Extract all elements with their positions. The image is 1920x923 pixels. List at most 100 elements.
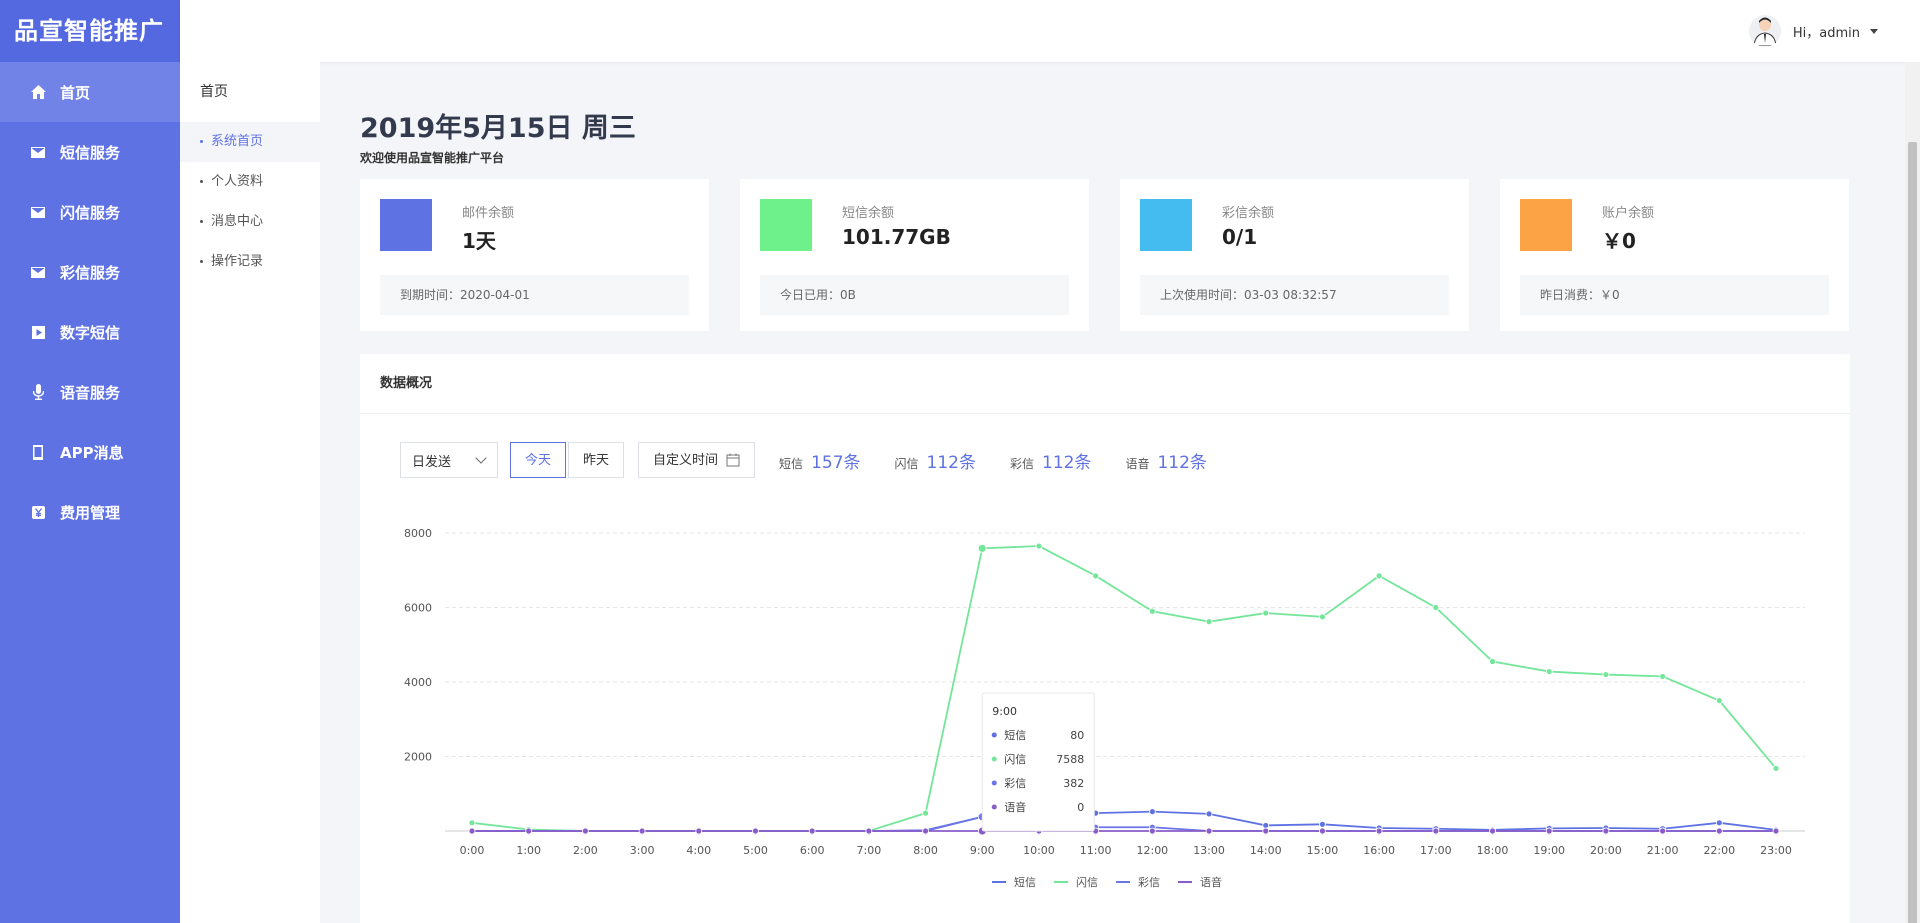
yesterday-button[interactable]: 昨天 bbox=[568, 442, 625, 478]
tooltip-dot bbox=[991, 732, 997, 738]
user-menu[interactable]: Hi，admin bbox=[1748, 15, 1878, 47]
x-tick-label: 17:00 bbox=[1420, 844, 1452, 857]
bullet-icon bbox=[200, 140, 203, 143]
today-button[interactable]: 今天 bbox=[510, 442, 567, 478]
series-point bbox=[525, 827, 533, 835]
x-tick-label: 15:00 bbox=[1307, 844, 1339, 857]
main-content: 2019年5月15日 周三 欢迎使用品宣智能推广平台 邮件余额 1天 到期时间：20… bbox=[360, 62, 1850, 923]
sidebar-item-label: APP消息 bbox=[60, 443, 124, 462]
top-bar: Hi，admin bbox=[180, 0, 1920, 62]
sidebar-item-0[interactable]: 首页 bbox=[0, 62, 180, 122]
stat-value: 112条 bbox=[1042, 452, 1092, 473]
series-point bbox=[1319, 827, 1326, 835]
brand-logo[interactable]: 品宣智能推广 bbox=[0, 0, 180, 62]
x-tick-label: 1:00 bbox=[516, 844, 541, 857]
card-color-block bbox=[380, 199, 432, 251]
series-point bbox=[581, 827, 589, 835]
stat-item: 闪信 112条 bbox=[895, 448, 976, 473]
series-point bbox=[1715, 697, 1723, 705]
sidebar-item-7[interactable]: 费用管理 bbox=[0, 482, 180, 542]
x-tick-label: 10:00 bbox=[1023, 844, 1055, 857]
tooltip-series-name: 短信 bbox=[1004, 728, 1026, 742]
series-point bbox=[468, 827, 476, 835]
subnav-item-2[interactable]: 消息中心 bbox=[180, 202, 320, 242]
balance-card: 账户余额 ￥0 昨日消费：￥0 bbox=[1500, 179, 1849, 331]
x-tick-label: 19:00 bbox=[1533, 844, 1565, 857]
sidebar-item-1[interactable]: 短信服务 bbox=[0, 122, 180, 182]
y-tick-label: 2000 bbox=[404, 751, 432, 764]
card-color-block bbox=[1520, 199, 1572, 251]
x-tick-label: 0:00 bbox=[460, 844, 485, 857]
series-point bbox=[1262, 822, 1270, 829]
series-point bbox=[1205, 827, 1213, 835]
x-tick-label: 12:00 bbox=[1136, 844, 1168, 857]
sidebar-item-label: 费用管理 bbox=[60, 503, 121, 522]
card-footer: 到期时间：2020-04-01 bbox=[380, 275, 689, 315]
x-tick-label: 23:00 bbox=[1760, 844, 1792, 857]
balance-card: 短信余额 101.77GB 今日已用：0B bbox=[740, 179, 1089, 331]
tooltip-dot bbox=[991, 780, 997, 786]
subnav-item-1[interactable]: 个人资料 bbox=[180, 162, 320, 202]
series-point bbox=[1205, 810, 1213, 818]
series-point bbox=[977, 543, 987, 553]
sub-sidebar: 首页 系统首页 个人资料 消息中心操作记录 bbox=[180, 62, 320, 923]
tooltip-series-value: 382 bbox=[1063, 777, 1084, 790]
caret-down-icon bbox=[1870, 28, 1878, 34]
series-point bbox=[695, 827, 703, 835]
series-point bbox=[1148, 808, 1156, 816]
send-volume-chart[interactable]: 2000 4000 6000 8000 0:00 1:00 2:00 3:00 4:00 5:00… bbox=[360, 494, 1850, 923]
card-value: 1天 bbox=[462, 229, 496, 253]
avatar[interactable] bbox=[1748, 15, 1781, 47]
home-icon bbox=[30, 84, 46, 100]
series-point bbox=[1205, 618, 1213, 626]
card-value: ￥0 bbox=[1602, 229, 1636, 253]
stat-value: 112条 bbox=[926, 452, 976, 473]
x-tick-label: 11:00 bbox=[1080, 844, 1112, 857]
x-tick-label: 8:00 bbox=[913, 844, 938, 857]
card-color-block bbox=[760, 199, 812, 251]
series-point bbox=[1659, 827, 1667, 835]
bullet-icon bbox=[200, 220, 203, 223]
sidebar-item-3[interactable]: 彩信服务 bbox=[0, 242, 180, 302]
app-root: 品宣智能推广 首页 短信服务 闪信服务 彩信服务 数字短信 语音服务 APP消息 费用管理 H… bbox=[0, 0, 1920, 923]
overview-panel: 数据概况 日发送 今天 昨天 自定义时间 短信 157条 闪信 112条 彩信 112条语… bbox=[360, 354, 1850, 923]
legend-label: 闪信 bbox=[1076, 875, 1098, 889]
sidebar-item-2[interactable]: 闪信服务 bbox=[0, 182, 180, 242]
series-point bbox=[1772, 765, 1780, 772]
subnav-title: 首页 bbox=[200, 84, 228, 100]
page-title: 2019年5月15日 周三 bbox=[360, 113, 636, 144]
stat-value: 157条 bbox=[811, 452, 861, 473]
series-point bbox=[1148, 827, 1156, 835]
page-scrollbar[interactable] bbox=[1905, 62, 1920, 923]
series-point bbox=[1432, 604, 1440, 611]
legend-label: 短信 bbox=[1014, 875, 1036, 889]
x-tick-label: 16:00 bbox=[1363, 844, 1395, 857]
balance-card: 邮件余额 1天 到期时间：2020-04-01 bbox=[360, 179, 709, 331]
scrollbar-thumb[interactable] bbox=[1908, 142, 1917, 923]
subnav-item-label: 操作记录 bbox=[211, 254, 264, 269]
series-point bbox=[1659, 673, 1667, 680]
balance-card: 彩信余额 0/1 上次使用时间：03-03 08:32:57 bbox=[1120, 179, 1469, 331]
tooltip-title: 9:00 bbox=[992, 705, 1017, 718]
series-point bbox=[865, 827, 873, 835]
legend-label: 彩信 bbox=[1138, 876, 1160, 889]
series-point bbox=[1715, 819, 1723, 827]
x-tick-label: 22:00 bbox=[1703, 844, 1735, 857]
custom-time-button[interactable]: 自定义时间 bbox=[638, 442, 756, 478]
sidebar-item-4[interactable]: 数字短信 bbox=[0, 302, 180, 362]
x-tick-label: 18:00 bbox=[1477, 844, 1509, 857]
series-point bbox=[1319, 613, 1326, 621]
series-point bbox=[468, 819, 476, 827]
y-tick-label: 6000 bbox=[404, 602, 432, 615]
main-sidebar: 品宣智能推广 首页 短信服务 闪信服务 彩信服务 数字短信 语音服务 APP消息费用管理 bbox=[0, 0, 180, 923]
stat-label: 语音 bbox=[1125, 456, 1150, 471]
sidebar-item-6[interactable]: APP消息 bbox=[0, 422, 180, 482]
y-tick-label: 4000 bbox=[404, 676, 432, 689]
subnav-item-3[interactable]: 操作记录 bbox=[180, 242, 320, 282]
period-select[interactable]: 日发送 bbox=[400, 442, 498, 478]
subnav-item-0[interactable]: 系统首页 bbox=[180, 122, 320, 162]
tooltip-series-value: 0 bbox=[1077, 801, 1084, 814]
sidebar-item-5[interactable]: 语音服务 bbox=[0, 362, 180, 422]
series-point bbox=[638, 827, 646, 835]
stat-label: 闪信 bbox=[894, 456, 919, 471]
